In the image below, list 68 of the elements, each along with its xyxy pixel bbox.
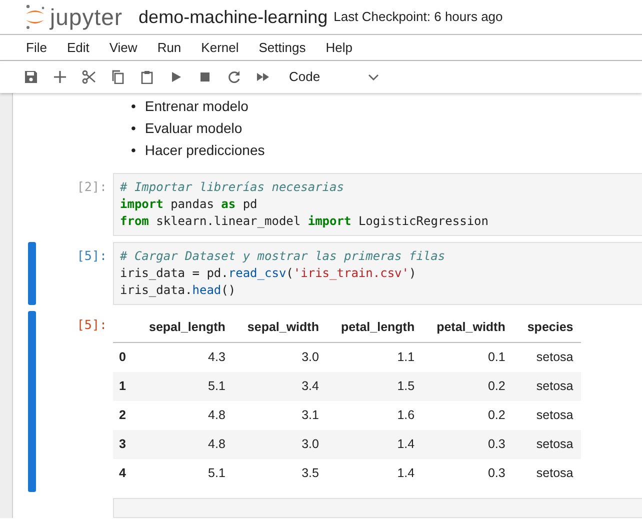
menu-item[interactable]: View bbox=[99, 38, 148, 58]
table-cell: 0.3 bbox=[422, 459, 514, 488]
table-cell: 5.1 bbox=[135, 459, 234, 488]
scissors-icon bbox=[82, 70, 96, 84]
logo-wordmark: jupyter bbox=[50, 2, 123, 32]
menu-item[interactable]: Settings bbox=[248, 38, 316, 58]
table-cell: 3.0 bbox=[233, 430, 327, 459]
table-cell: 1.4 bbox=[326, 459, 423, 488]
bullet-marker: • bbox=[131, 141, 136, 160]
fast-forward-icon bbox=[256, 70, 270, 84]
code-editor[interactable]: # Importar librerías necesarias import pandas as pd from sklearn.linear_model import LogisticRegression bbox=[113, 173, 642, 236]
table-cell: 0.2 bbox=[422, 401, 514, 430]
logo-icon bbox=[24, 4, 46, 30]
menu-item[interactable]: Run bbox=[147, 38, 192, 58]
plus-icon bbox=[52, 70, 66, 84]
checkpoint-status: Last Checkpoint: 6 hours ago bbox=[334, 8, 503, 26]
table-cell: 0.1 bbox=[422, 342, 514, 372]
table-cell: setosa bbox=[513, 459, 582, 488]
execution-count: [5]: bbox=[76, 247, 108, 265]
column-header: petal_width bbox=[422, 313, 514, 342]
bullet-marker: • bbox=[131, 97, 136, 116]
row-index: 2 bbox=[113, 401, 135, 430]
list-item: Evaluar modelo bbox=[144, 119, 242, 138]
restart-icon bbox=[226, 70, 240, 84]
bullet-marker: • bbox=[131, 119, 136, 138]
table-cell: 4.8 bbox=[135, 430, 234, 459]
execution-count: [2]: bbox=[76, 178, 108, 196]
save-icon bbox=[24, 70, 38, 84]
cell-type-dropdown[interactable]: Code bbox=[289, 67, 379, 87]
column-header: petal_length bbox=[326, 313, 423, 342]
row-index: 0 bbox=[113, 342, 135, 372]
table-cell: setosa bbox=[513, 430, 582, 459]
table-cell: 4.8 bbox=[135, 401, 234, 430]
column-header: sepal_width bbox=[233, 313, 327, 342]
notebook-title[interactable]: demo-machine-learning bbox=[138, 4, 328, 30]
table-cell: 0.2 bbox=[422, 372, 514, 401]
output-prompt: [5]: bbox=[76, 316, 108, 334]
clipboard-icon bbox=[140, 70, 154, 84]
row-index: 3 bbox=[113, 430, 135, 459]
table-cell: setosa bbox=[513, 372, 582, 401]
stop-icon bbox=[198, 70, 212, 84]
table-cell: 1.4 bbox=[326, 430, 423, 459]
list-item: Entrenar modelo bbox=[144, 97, 248, 116]
table-cell: 4.3 bbox=[135, 342, 234, 372]
table-cell: 3.5 bbox=[233, 459, 327, 488]
copy-icon bbox=[110, 70, 124, 84]
table-cell: 0.3 bbox=[422, 430, 514, 459]
menu-item[interactable]: Kernel bbox=[191, 38, 249, 58]
empty-cell[interactable] bbox=[113, 498, 642, 518]
table-cell: 5.1 bbox=[135, 372, 234, 401]
table-cell: 3.4 bbox=[233, 372, 327, 401]
table-cell: 3.0 bbox=[233, 342, 327, 372]
column-header: sepal_length bbox=[135, 313, 234, 342]
table-cell: 1.6 bbox=[326, 401, 423, 430]
row-index: 4 bbox=[113, 459, 135, 488]
menu-item[interactable]: Edit bbox=[56, 38, 100, 58]
menu-item[interactable]: Help bbox=[316, 38, 362, 58]
table-cell: 3.1 bbox=[233, 401, 327, 430]
table-cell: setosa bbox=[513, 401, 582, 430]
table-cell: 1.1 bbox=[326, 342, 423, 372]
table-cell: setosa bbox=[513, 342, 582, 372]
chevron-down-icon bbox=[368, 74, 379, 80]
list-item: Hacer predicciones bbox=[144, 141, 265, 160]
column-header: species bbox=[513, 313, 582, 342]
table-cell: 1.5 bbox=[326, 372, 423, 401]
code-editor[interactable]: # Cargar Dataset y mostrar las primeras filas iris_data = pd.read_csv('iris_train.csv') iris_data.head() bbox=[113, 242, 642, 305]
menu-item[interactable]: File bbox=[16, 38, 57, 58]
row-index: 1 bbox=[113, 372, 135, 401]
